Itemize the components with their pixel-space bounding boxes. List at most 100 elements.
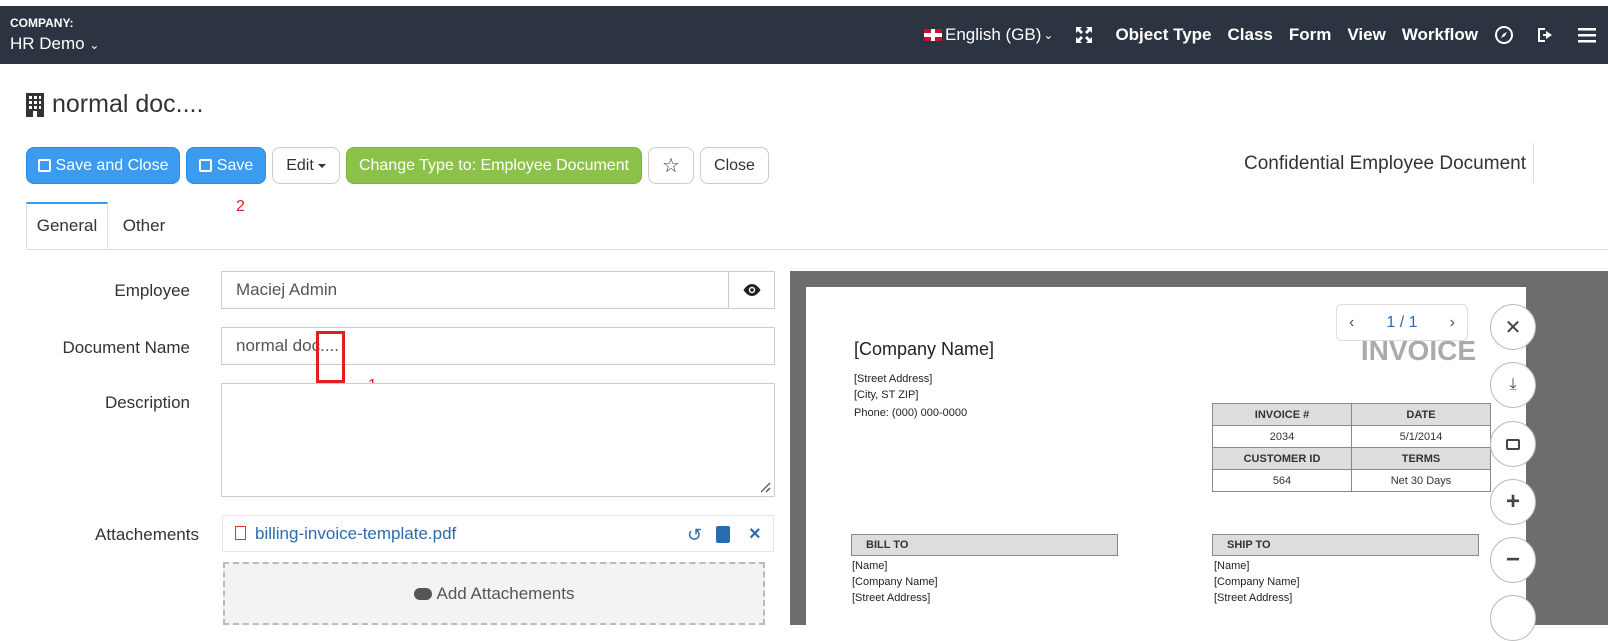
invoice-company: [Company Name]: [854, 339, 995, 359]
edit-dropdown-button[interactable]: Edit: [272, 147, 340, 184]
company-name: HR Demo: [10, 34, 85, 53]
chevron-right-icon[interactable]: ›: [1450, 314, 1467, 332]
zoom-out-button[interactable]: −: [1490, 537, 1536, 583]
invoice-city: [City, ST ZIP]: [854, 389, 919, 401]
save-icon: [37, 159, 51, 172]
remove-icon[interactable]: ×: [749, 523, 761, 546]
employee-label: Employee: [114, 281, 190, 300]
language-label: English (GB): [945, 25, 1042, 44]
pdf-file-icon: [235, 526, 246, 540]
invoice-info-table: INVOICE # DATE 2034 5/1/2014 CUSTOMER ID TE…: [1212, 403, 1491, 492]
download-button[interactable]: ⤓: [1490, 362, 1536, 408]
document-name-field[interactable]: normal doc....: [221, 327, 775, 365]
fullscreen-icon[interactable]: [1075, 26, 1093, 44]
table-cell: TERMS: [1351, 447, 1491, 470]
table-cell: DATE: [1351, 403, 1491, 426]
divider: [1533, 143, 1534, 183]
logout-icon[interactable]: [1536, 26, 1556, 44]
save-label: Save: [216, 156, 254, 174]
bill-line: [Name]: [852, 560, 888, 572]
table-cell: INVOICE #: [1212, 403, 1352, 426]
attachment-link[interactable]: billing-invoice-template.pdf: [255, 524, 456, 544]
add-attachments-button[interactable]: Add Attachements: [223, 562, 765, 625]
restore-icon[interactable]: ↺: [687, 525, 702, 546]
document-class-label: Confidential Employee Document: [1244, 153, 1526, 174]
nav-object-type[interactable]: Object Type: [1115, 25, 1211, 45]
company-label: COMPANY:: [10, 16, 74, 30]
page-indicator: 1 / 1: [1386, 313, 1418, 331]
ship-line: [Street Address]: [1214, 592, 1293, 604]
description-textarea[interactable]: [221, 383, 775, 497]
table-cell: CUSTOMER ID: [1212, 447, 1352, 470]
edit-label: Edit: [286, 156, 314, 174]
close-label: Close: [714, 156, 755, 174]
save-and-close-label: Save and Close: [55, 156, 169, 174]
bill-to-details: [Name] [Company Name] [Street Address]: [852, 558, 938, 606]
page-navigator: ‹ 1 / 1 ›: [1336, 304, 1468, 341]
tab-general[interactable]: General: [26, 202, 108, 249]
table-cell: Net 30 Days: [1351, 469, 1491, 492]
close-viewer-button[interactable]: ✕: [1490, 304, 1536, 350]
nav-form[interactable]: Form: [1289, 25, 1332, 45]
star-icon: ☆: [662, 155, 680, 177]
table-cell: 2034: [1212, 425, 1352, 448]
document-name-label: Document Name: [62, 338, 190, 357]
bill-line: [Company Name]: [852, 576, 938, 588]
attachment-item: billing-invoice-template.pdf ↺ ×: [222, 515, 774, 552]
bill-line: [Street Address]: [852, 592, 931, 604]
save-icon: [198, 159, 212, 172]
eye-icon: [743, 284, 760, 296]
building-icon: [26, 92, 44, 117]
page-title: normal doc....: [26, 90, 203, 119]
print-icon: [1506, 438, 1520, 450]
ship-line: [Name]: [1214, 560, 1250, 572]
nav-workflow[interactable]: Workflow: [1402, 25, 1478, 45]
attachments-label: Attachements: [95, 525, 199, 544]
more-viewer-button[interactable]: [1490, 595, 1536, 641]
add-attachments-label: Add Attachements: [436, 583, 575, 603]
print-button[interactable]: [1490, 421, 1536, 467]
ship-to-details: [Name] [Company Name] [Street Address]: [1214, 558, 1300, 606]
invoice-phone: Phone: (000) 000-0000: [854, 407, 968, 419]
change-type-label: Change Type to: Employee Document: [358, 156, 630, 174]
language-selector[interactable]: English (GB) ⌄: [924, 25, 1053, 45]
download-icon: ⤓: [1509, 376, 1517, 393]
chevron-down-icon: ⌄: [89, 38, 100, 52]
table-cell: 5/1/2014: [1351, 425, 1491, 448]
change-type-button[interactable]: Change Type to: Employee Document: [346, 147, 642, 184]
nav-view[interactable]: View: [1347, 25, 1385, 45]
table-cell: 564: [1212, 469, 1352, 492]
hamburger-menu-icon[interactable]: [1578, 27, 1596, 43]
bill-to-header: BILL TO: [851, 534, 1118, 556]
employee-field[interactable]: Maciej Admin: [221, 271, 729, 309]
pdf-viewer: [Company Name] INVOICE [Street Address] …: [790, 271, 1608, 625]
save-and-close-button[interactable]: Save and Close: [26, 147, 180, 184]
top-navbar: COMPANY: HR Demo ⌄ English (GB) ⌄ Object…: [0, 6, 1608, 64]
chevron-down-icon: ⌄: [1043, 28, 1054, 42]
minus-icon: −: [1505, 546, 1520, 573]
close-button[interactable]: Close: [700, 147, 769, 184]
uk-flag-icon: [924, 29, 943, 41]
ship-line: [Company Name]: [1214, 576, 1300, 588]
tab-other[interactable]: Other: [108, 202, 180, 249]
cloud-upload-icon: [413, 587, 432, 600]
description-label: Description: [104, 393, 190, 412]
invoice-street: [Street Address]: [854, 373, 933, 385]
resize-handle-icon[interactable]: [759, 481, 771, 493]
favorite-button[interactable]: ☆: [648, 147, 694, 184]
view-employee-button[interactable]: [728, 271, 775, 309]
caret-down-icon: [317, 163, 326, 168]
tab-bar: General Other: [26, 202, 1608, 250]
compass-icon[interactable]: [1494, 25, 1514, 45]
page-title-text: normal doc....: [52, 90, 204, 118]
zoom-in-button[interactable]: +: [1490, 479, 1536, 525]
chevron-left-icon[interactable]: ‹: [1337, 314, 1354, 332]
main-nav: English (GB) ⌄ Object Type Class Form Vi…: [924, 6, 1608, 64]
company-selector[interactable]: HR Demo ⌄: [10, 34, 99, 54]
nav-class[interactable]: Class: [1228, 25, 1273, 45]
ship-to-header: SHIP TO: [1212, 534, 1479, 556]
close-icon: ✕: [1504, 316, 1522, 339]
save-button[interactable]: Save: [186, 147, 266, 184]
annotation-highlight-box: [316, 331, 345, 383]
download-icon[interactable]: [716, 526, 730, 543]
